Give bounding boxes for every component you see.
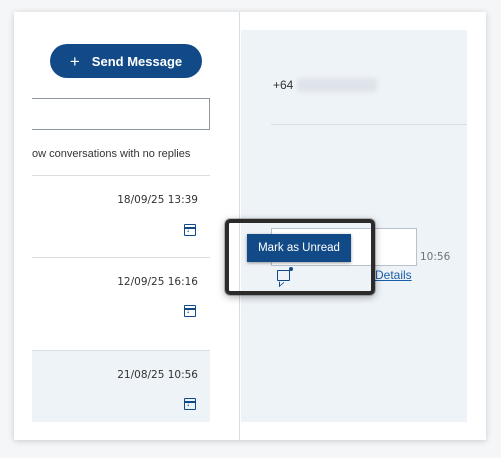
archive-icon[interactable] (184, 305, 196, 317)
archive-icon[interactable] (184, 398, 196, 410)
conversation-timestamp: 18/09/25 13:39 (117, 194, 198, 206)
plus-icon: + (69, 51, 80, 71)
search-input[interactable] (32, 98, 210, 130)
conversation-timestamp: 21/08/25 10:56 (117, 369, 198, 381)
divider (271, 124, 467, 125)
phone-prefix: +64 (273, 78, 294, 92)
conversation-item[interactable]: 12/09/25 16:16 (32, 258, 210, 350)
conversations-panel: + Send Message ow conversations with no … (14, 12, 240, 440)
conversation-item-selected[interactable]: 21/08/25 10:56 (32, 351, 210, 422)
conversation-item[interactable]: 18/09/25 13:39 (32, 176, 210, 257)
message-time: 10:56 (420, 251, 451, 263)
send-message-label: Send Message (91, 53, 183, 69)
conversation-timestamp: 12/09/25 16:16 (117, 276, 198, 288)
archive-icon[interactable] (184, 224, 196, 236)
details-link[interactable]: Details (375, 268, 412, 282)
no-replies-filter-label[interactable]: ow conversations with no replies (32, 148, 216, 160)
send-message-button[interactable]: + Send Message (50, 44, 202, 78)
mark-as-unread-tooltip[interactable]: Mark as Unread (247, 234, 351, 262)
contact-phone: +64 (273, 78, 378, 92)
redacted-phone-number (297, 78, 378, 92)
